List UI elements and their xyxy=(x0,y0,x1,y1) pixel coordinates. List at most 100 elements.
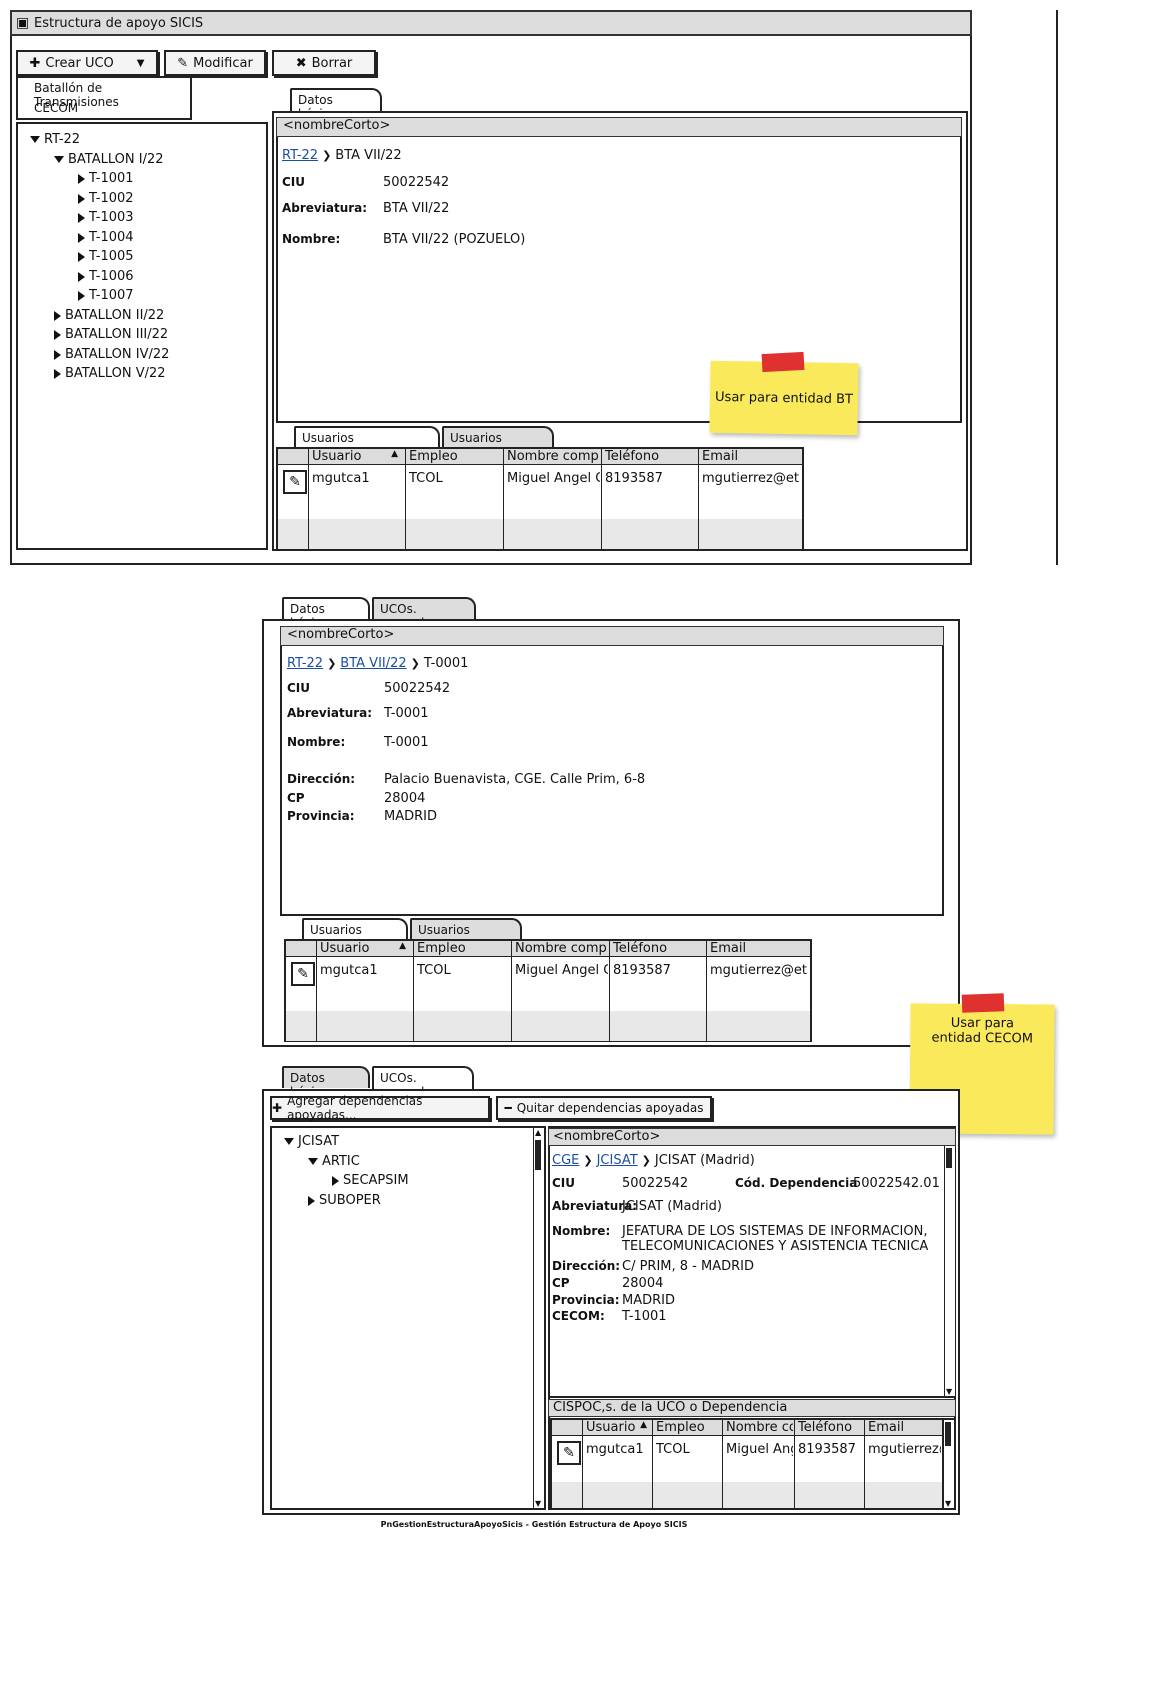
col-header-label: Usuario xyxy=(586,1420,636,1435)
right-divider xyxy=(1056,10,1058,565)
tree-node-child[interactable]: T-1002 xyxy=(78,191,134,206)
cell-email: mgutierrez@et.mde.es xyxy=(868,1442,941,1457)
structure-tree: RT-22 BATALLON I/22 T-1001 T-1002 T-1003… xyxy=(16,122,268,550)
remove-dependencies-label: Quitar dependencias apoyadas xyxy=(516,1101,704,1115)
tree-node-child[interactable]: T-1001 xyxy=(78,171,134,186)
cispoc-scrollbar[interactable]: ▼ xyxy=(943,1420,954,1508)
tree-node-secapsim[interactable]: SECAPSIM xyxy=(332,1173,409,1188)
breadcrumb-link[interactable]: RT-22 xyxy=(282,148,318,163)
col-header-empleo[interactable]: Empleo xyxy=(414,941,509,956)
tab-datos-basicos[interactable]: Datos básicos xyxy=(290,88,382,121)
tree-node-child[interactable]: T-1006 xyxy=(78,269,134,284)
tree-node-suboper[interactable]: SUBOPER xyxy=(308,1193,381,1208)
tree-node-child[interactable]: T-1005 xyxy=(78,249,134,264)
tree-node-label: BATALLON III/22 xyxy=(65,327,169,342)
col-header-telefono[interactable]: Teléfono xyxy=(795,1420,863,1435)
cecom-value: T-1001 xyxy=(622,1309,667,1324)
tree-node-jcisat[interactable]: JCISAT xyxy=(284,1134,339,1149)
close-icon: ✖ xyxy=(295,55,307,71)
col-header-email[interactable]: Email xyxy=(699,449,799,464)
cell-telefono: 8193587 xyxy=(798,1442,856,1457)
col-header-telefono[interactable]: Teléfono xyxy=(602,449,697,464)
expanded-icon xyxy=(54,156,64,163)
tree-node-battalion[interactable]: BATALLON IV/22 xyxy=(54,347,169,362)
col-divider xyxy=(405,449,406,549)
tab-users-cispoc[interactable]: Usuarios CISPOC xyxy=(410,918,522,951)
col-header-email[interactable]: Email xyxy=(707,941,807,956)
col-header-usuario[interactable]: Usuario ▲ xyxy=(317,941,412,956)
tab-users-oacise[interactable]: Usuarios OACISE xyxy=(302,918,408,951)
scroll-thumb[interactable] xyxy=(946,1148,952,1168)
scroll-down-icon[interactable]: ▼ xyxy=(945,1499,951,1508)
cp-value: 28004 xyxy=(622,1276,664,1291)
sort-asc-icon: ▲ xyxy=(399,941,406,951)
scroll-up-icon[interactable]: ▲ xyxy=(535,1128,541,1137)
address-value: Palacio Buenavista, CGE. Calle Prim, 6-8 xyxy=(384,772,646,787)
tree-node-label: T-1003 xyxy=(89,210,134,225)
tree-node-artic[interactable]: ARTIC xyxy=(308,1154,360,1169)
cispoc-header: CISPOC,s. de la UCO o Dependencia xyxy=(548,1399,956,1417)
scroll-down-icon[interactable]: ▼ xyxy=(946,1387,952,1396)
col-header-telefono[interactable]: Teléfono xyxy=(610,941,705,956)
tree-node-battalion-1[interactable]: BATALLON I/22 xyxy=(54,152,164,167)
chevron-right-icon: ❯ xyxy=(583,1154,593,1167)
modify-button[interactable]: ✎ Modificar xyxy=(164,50,266,76)
tab-datos-basicos[interactable]: Datos básicos xyxy=(282,597,370,630)
collapsed-icon xyxy=(78,271,85,282)
edit-row-icon[interactable]: ✎ xyxy=(557,1441,581,1465)
breadcrumb-link[interactable]: BTA VII/22 xyxy=(340,656,406,671)
tree-node-child[interactable]: T-1004 xyxy=(78,230,134,245)
col-header-empleo[interactable]: Empleo xyxy=(653,1420,721,1435)
breadcrumb-link[interactable]: RT-22 xyxy=(287,656,323,671)
short-name-header: <nombreCorto> xyxy=(548,1128,956,1146)
create-uco-label: Crear UCO xyxy=(45,55,114,71)
delete-button[interactable]: ✖ Borrar xyxy=(272,50,376,76)
col-header-usuario[interactable]: Usuario ▲ xyxy=(309,449,404,464)
tree-node-root[interactable]: RT-22 xyxy=(30,132,80,147)
tree-node-battalion[interactable]: BATALLON III/22 xyxy=(54,327,168,342)
name-label: Nombre: xyxy=(552,1224,611,1238)
tab-ucos-apoyadas[interactable]: UCOs. apoyadas xyxy=(372,1066,474,1099)
edit-row-icon[interactable]: ✎ xyxy=(283,470,307,494)
create-uco-button[interactable]: ✚ Crear UCO ▼ xyxy=(16,50,158,76)
name-value: BTA VII/22 (POZUELO) xyxy=(383,232,526,247)
tree-node-label: BATALLON IV/22 xyxy=(65,347,170,362)
detail-scrollbar[interactable]: ▼ xyxy=(944,1146,955,1396)
tree-scrollbar[interactable]: ▲ ▼ xyxy=(533,1128,544,1508)
tree-node-battalion[interactable]: BATALLON V/22 xyxy=(54,366,166,381)
province-label: Provincia: xyxy=(552,1293,620,1307)
col-header-email[interactable]: Email xyxy=(865,1420,941,1435)
tree-node-label: JCISAT xyxy=(298,1134,340,1149)
collapsed-icon xyxy=(78,173,85,184)
edit-row-icon[interactable]: ✎ xyxy=(291,962,315,986)
col-header-usuario[interactable]: Usuario ▲ xyxy=(583,1420,651,1435)
col-header-nombre[interactable]: Nombre completo xyxy=(512,941,607,956)
cell-usuario: mgutca1 xyxy=(586,1442,644,1457)
col-header-nombre[interactable]: Nombre completo xyxy=(504,449,599,464)
tab-users-subdirector[interactable]: Usuarios SUBDIRECTOR xyxy=(294,426,440,459)
col-divider xyxy=(511,941,512,1041)
cell-empleo: TCOL xyxy=(409,471,443,486)
tree-node-child[interactable]: T-1007 xyxy=(78,288,134,303)
tab-ucos-apoyadas[interactable]: UCOs. apoyadas xyxy=(372,597,476,630)
remove-dependencies-button[interactable]: ━ Quitar dependencias apoyadas xyxy=(496,1096,712,1120)
tab-datos-basicos[interactable]: Datos básicos xyxy=(282,1066,370,1099)
chevron-down-icon[interactable]: ▼ xyxy=(137,58,145,69)
breadcrumb-link[interactable]: JCISAT xyxy=(597,1153,638,1168)
supported-tree: JCISAT ARTIC SECAPSIM SUBOPER ▲ ▼ xyxy=(270,1126,546,1510)
col-header-nombre[interactable]: Nombre completo xyxy=(723,1420,793,1435)
scroll-thumb[interactable] xyxy=(945,1422,951,1446)
tab-users-cispoc[interactable]: Usuarios CISPOC xyxy=(442,426,554,459)
scroll-thumb[interactable] xyxy=(535,1140,541,1170)
scroll-down-icon[interactable]: ▼ xyxy=(535,1499,541,1508)
tree-node-child[interactable]: T-1003 xyxy=(78,210,134,225)
tree-node-battalion[interactable]: BATALLON II/22 xyxy=(54,308,164,323)
cecom-label: CECOM: xyxy=(552,1309,605,1323)
add-dependencies-button[interactable]: ✚ Agregar dependencias apoyadas... xyxy=(270,1094,490,1122)
menu-item-cecom[interactable]: CECOM xyxy=(34,101,78,115)
dependency-code-value: 50022542.01 xyxy=(853,1176,940,1191)
province-value: MADRID xyxy=(622,1293,675,1308)
col-header-empleo[interactable]: Empleo xyxy=(406,449,501,464)
breadcrumb-link[interactable]: CGE xyxy=(552,1153,579,1168)
add-dependencies-label: Agregar dependencias apoyadas... xyxy=(287,1094,423,1122)
